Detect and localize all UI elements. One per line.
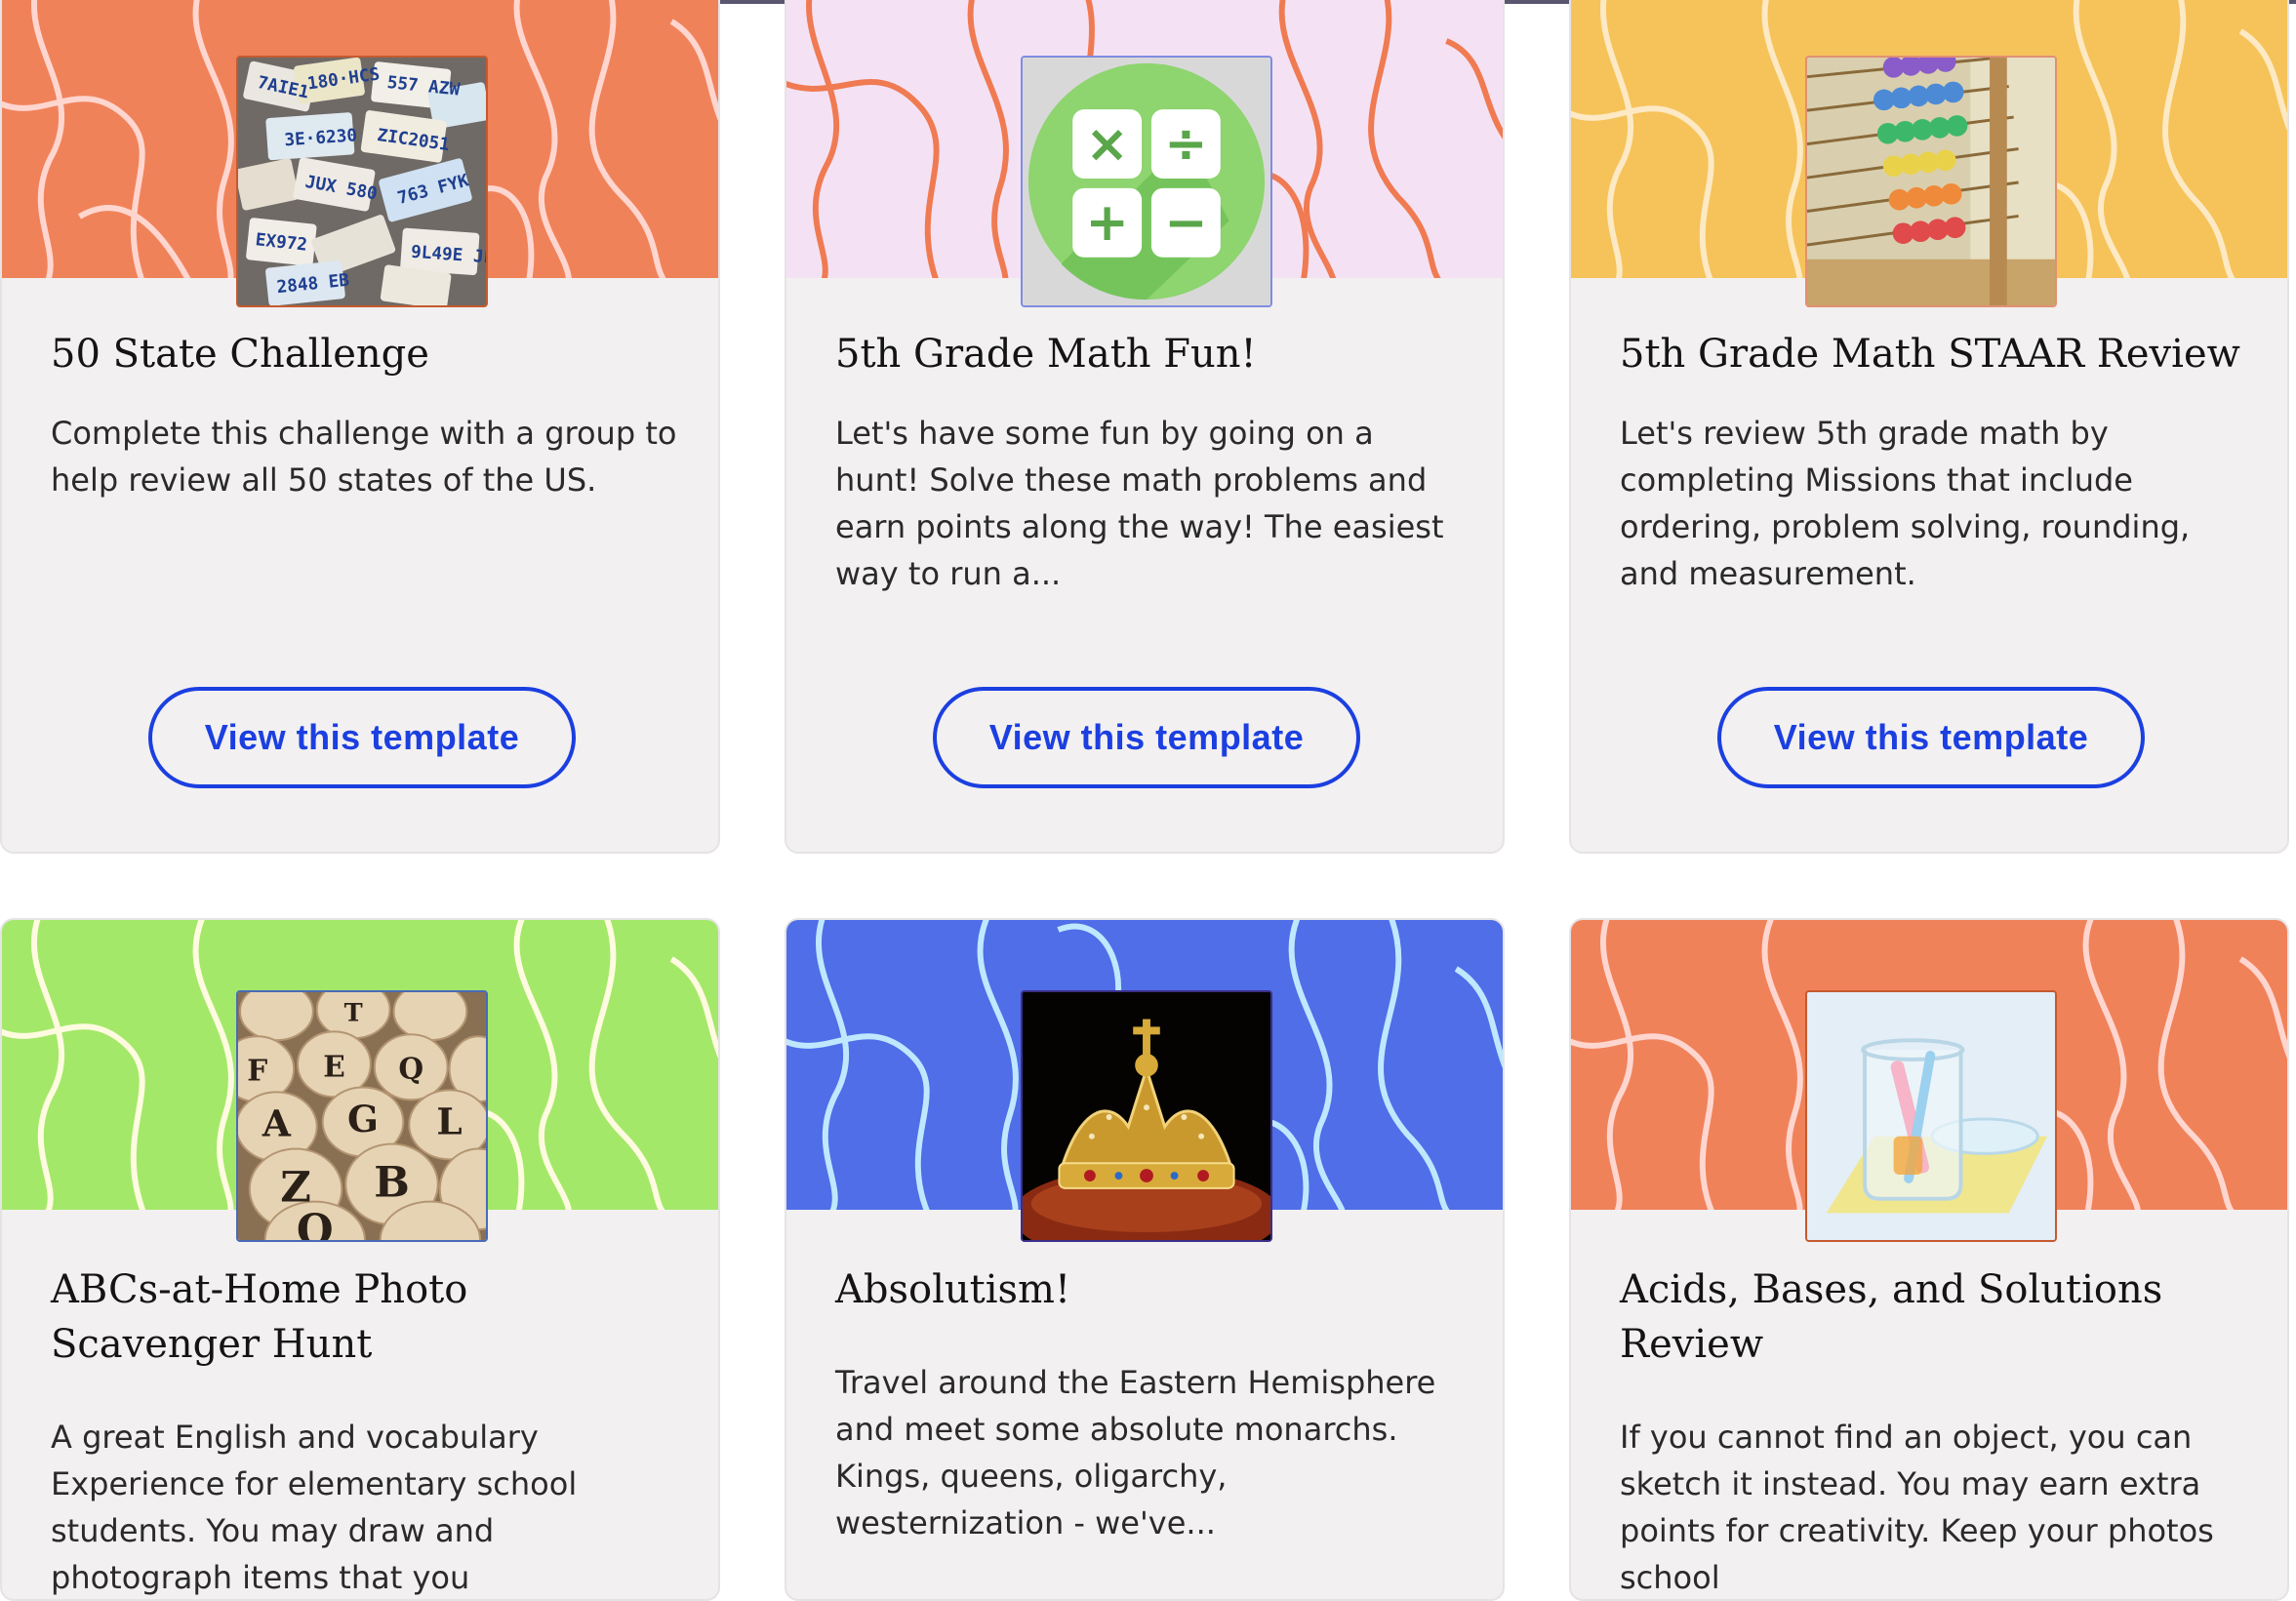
view-template-button[interactable]: View this template bbox=[1717, 687, 2145, 788]
abacus-photo bbox=[1805, 56, 2057, 307]
beaker-photo bbox=[1805, 990, 2057, 1242]
template-card: Acids, Bases, and Solutions Review If yo… bbox=[1569, 918, 2289, 1601]
card-title: 5th Grade Math Fun! bbox=[835, 332, 1257, 377]
svg-text:A: A bbox=[262, 1102, 292, 1145]
svg-text:B: B bbox=[374, 1158, 410, 1208]
card-title: Acids, Bases, and Solutions Review bbox=[1620, 1267, 2163, 1367]
calculator-icon: × ÷ + − bbox=[1021, 56, 1272, 307]
template-card: 5th Grade Math STAAR Review Let's review… bbox=[1569, 0, 2289, 854]
card-title: Absolutism! bbox=[835, 1267, 1071, 1312]
svg-text:F: F bbox=[247, 1054, 267, 1088]
calc-symbol: × bbox=[1085, 113, 1129, 174]
card-description: Travel around the Eastern Hemisphere and… bbox=[835, 1364, 1436, 1541]
template-card: Absolutism! Travel around the Eastern He… bbox=[785, 918, 1505, 1601]
svg-text:Q: Q bbox=[297, 1205, 334, 1240]
calc-symbol: + bbox=[1085, 192, 1129, 253]
card-title: 5th Grade Math STAAR Review bbox=[1620, 332, 2240, 377]
calc-symbol: ÷ bbox=[1164, 113, 1208, 174]
card-title: ABCs-at-Home Photo Scavenger Hunt bbox=[51, 1267, 468, 1367]
card-description: Let's have some fun by going on a hunt! … bbox=[835, 415, 1444, 592]
template-card: 7AIE1 180·HCS 557 AZW 3E·6230 ZIC2051 JU… bbox=[0, 0, 720, 854]
view-template-button[interactable]: View this template bbox=[933, 687, 1360, 788]
svg-text:G: G bbox=[347, 1098, 379, 1141]
template-grid: 7AIE1 180·HCS 557 AZW 3E·6230 ZIC2051 JU… bbox=[0, 0, 2296, 1601]
template-card: A G L Z B Q E Q F T ABCs-at-Home Photo S… bbox=[0, 918, 720, 1601]
view-template-button[interactable]: View this template bbox=[148, 687, 576, 788]
card-title: 50 State Challenge bbox=[51, 332, 429, 377]
svg-text:L: L bbox=[436, 1101, 462, 1143]
letter-blocks-photo: A G L Z B Q E Q F T bbox=[236, 990, 488, 1242]
calc-symbol: − bbox=[1164, 192, 1208, 253]
template-card: × ÷ + − 5th Grade Math Fun! Let's have s… bbox=[785, 0, 1505, 854]
crown-photo bbox=[1021, 990, 1272, 1242]
card-description: A great English and vocabulary Experienc… bbox=[51, 1419, 578, 1596]
card-description: Let's review 5th grade math by completin… bbox=[1620, 415, 2191, 592]
svg-text:E: E bbox=[323, 1050, 345, 1084]
svg-text:Q: Q bbox=[398, 1052, 423, 1086]
svg-text:T: T bbox=[344, 999, 363, 1028]
card-description: Complete this challenge with a group to … bbox=[51, 415, 677, 499]
license-plates-photo: 7AIE1 180·HCS 557 AZW 3E·6230 ZIC2051 JU… bbox=[236, 56, 488, 307]
card-description: If you cannot find an object, you can sk… bbox=[1620, 1419, 2214, 1596]
